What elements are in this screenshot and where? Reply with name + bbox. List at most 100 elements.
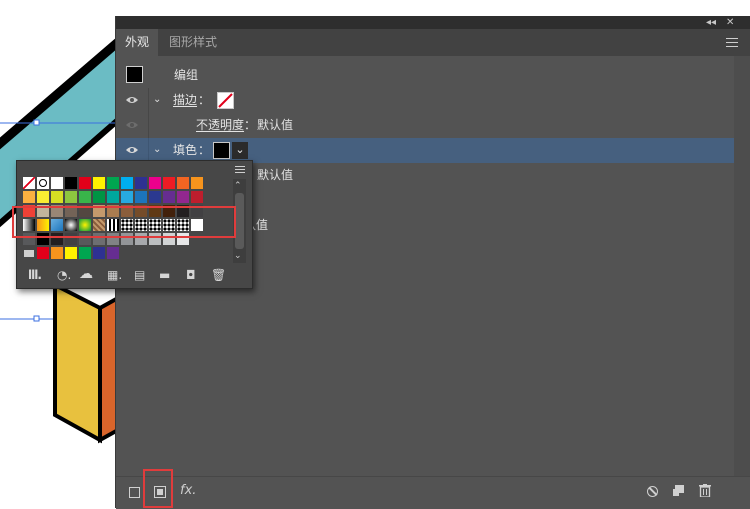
swatch-cell[interactable] bbox=[177, 233, 189, 245]
close-icon[interactable]: ✕ bbox=[726, 16, 734, 29]
stroke-none-swatch[interactable] bbox=[217, 92, 234, 109]
swatch-cell[interactable] bbox=[191, 219, 203, 231]
swatch-cell[interactable] bbox=[79, 205, 91, 217]
swatch-cell[interactable] bbox=[37, 247, 49, 259]
swatch-cell[interactable] bbox=[135, 191, 147, 203]
swatch-cell[interactable] bbox=[163, 191, 175, 203]
swatch-cell[interactable] bbox=[149, 177, 161, 189]
swatch-cell[interactable] bbox=[65, 205, 77, 217]
swatch-cell[interactable] bbox=[51, 219, 63, 231]
delete-item-icon[interactable] bbox=[699, 484, 711, 497]
swatch-cell[interactable] bbox=[79, 233, 91, 245]
swatch-cell[interactable] bbox=[135, 177, 147, 189]
new-swatch-icon[interactable]: ◘ bbox=[186, 268, 196, 282]
swatch-cell[interactable] bbox=[163, 219, 175, 231]
swatch-cell[interactable] bbox=[93, 233, 105, 245]
swatch-cell[interactable] bbox=[191, 205, 203, 217]
new-color-group-icon[interactable]: ▤ bbox=[134, 268, 145, 282]
swatch-cell[interactable] bbox=[37, 219, 49, 231]
swatch-cell[interactable] bbox=[37, 205, 49, 217]
opacity-label[interactable]: 不透明度 bbox=[196, 113, 244, 138]
swatch-cell[interactable] bbox=[121, 219, 133, 231]
none-swatch-cell[interactable] bbox=[23, 177, 35, 189]
swatch-cell[interactable] bbox=[37, 191, 49, 203]
swatch-cell[interactable] bbox=[121, 233, 133, 245]
swatch-cell[interactable] bbox=[191, 177, 203, 189]
swatch-cell[interactable] bbox=[93, 247, 105, 259]
swatch-cell[interactable] bbox=[149, 219, 161, 231]
eye-icon[interactable] bbox=[126, 145, 138, 155]
swatch-cell[interactable] bbox=[23, 191, 35, 203]
swatch-cell[interactable] bbox=[163, 233, 175, 245]
swatch-cell[interactable] bbox=[135, 205, 147, 217]
fill-swatch-dropdown[interactable]: ⌄ bbox=[232, 142, 248, 159]
swatch-cell[interactable] bbox=[107, 233, 119, 245]
clear-appearance-icon[interactable] bbox=[647, 486, 658, 497]
fx-icon[interactable]: fx. bbox=[180, 483, 196, 498]
swatch-cell[interactable] bbox=[191, 191, 203, 203]
swatch-cell[interactable] bbox=[149, 205, 161, 217]
new-fill-icon[interactable] bbox=[154, 486, 166, 498]
swatch-cell[interactable] bbox=[93, 205, 105, 217]
swatch-cell[interactable] bbox=[51, 177, 63, 189]
stroke-label[interactable]: 描边 bbox=[173, 88, 197, 113]
swatch-library-icon[interactable]: lll. bbox=[28, 268, 42, 282]
appearance-row-group[interactable]: 编组 bbox=[116, 63, 734, 88]
tab-graphic-styles[interactable]: 图形样式 bbox=[160, 29, 226, 56]
swatch-cell[interactable] bbox=[51, 191, 63, 203]
swatch-cell[interactable] bbox=[107, 205, 119, 217]
swatch-cell[interactable] bbox=[65, 177, 77, 189]
appearance-row-opacity[interactable]: 不透明度 ： 默认值 bbox=[116, 113, 734, 138]
swatch-cell[interactable] bbox=[93, 177, 105, 189]
swatch-cell[interactable] bbox=[177, 205, 189, 217]
new-folder-icon[interactable]: ▬ bbox=[159, 268, 170, 282]
swatch-cell[interactable] bbox=[79, 247, 91, 259]
swatch-cell[interactable] bbox=[65, 247, 77, 259]
appearance-row-stroke[interactable]: ⌄ 描边 ： bbox=[116, 88, 734, 113]
swatch-cell[interactable] bbox=[23, 205, 35, 217]
swatch-cell[interactable] bbox=[177, 219, 189, 231]
swatch-cell[interactable] bbox=[51, 205, 63, 217]
swatch-cell[interactable] bbox=[163, 177, 175, 189]
swatch-scrollbar[interactable]: ⌃ ⌄ bbox=[233, 179, 246, 263]
tab-appearance[interactable]: 外观 bbox=[116, 29, 159, 56]
swatch-cell[interactable] bbox=[149, 191, 161, 203]
swatch-cell[interactable] bbox=[79, 177, 91, 189]
color-group-icon[interactable]: ▦. bbox=[107, 268, 122, 282]
swatch-cell[interactable] bbox=[79, 191, 91, 203]
duplicate-item-icon[interactable] bbox=[673, 485, 684, 496]
swatch-cell[interactable] bbox=[51, 233, 63, 245]
swatch-options-icon[interactable]: ☁ bbox=[79, 266, 93, 282]
swatch-cell[interactable] bbox=[65, 191, 77, 203]
swatch-cell[interactable] bbox=[65, 219, 77, 231]
swatch-cell[interactable] bbox=[121, 191, 133, 203]
chevron-down-icon[interactable]: ⌄ bbox=[153, 94, 161, 105]
new-stroke-icon[interactable] bbox=[129, 487, 140, 498]
panel-scrollbar[interactable] bbox=[734, 56, 750, 476]
chevron-down-icon[interactable]: ⌄ bbox=[153, 144, 161, 155]
swatch-cell[interactable] bbox=[107, 177, 119, 189]
swatch-cell[interactable] bbox=[23, 233, 35, 245]
fill-color-swatch[interactable] bbox=[213, 142, 230, 159]
swatch-cell[interactable] bbox=[149, 233, 161, 245]
eye-icon[interactable] bbox=[126, 120, 138, 130]
folder-icon[interactable] bbox=[23, 247, 35, 259]
list-view-icon[interactable] bbox=[235, 164, 245, 175]
panel-menu-icon[interactable] bbox=[726, 35, 738, 49]
swatch-cell[interactable] bbox=[107, 219, 119, 231]
swatch-cell[interactable] bbox=[93, 191, 105, 203]
collapse-panel-icon[interactable]: ◂◂ bbox=[706, 16, 716, 29]
show-kinds-icon[interactable]: ◔. bbox=[57, 268, 71, 282]
swatch-cell[interactable] bbox=[163, 205, 175, 217]
registration-swatch-cell[interactable] bbox=[37, 177, 49, 189]
swatch-cell[interactable] bbox=[107, 191, 119, 203]
eye-icon[interactable] bbox=[126, 95, 138, 105]
swatch-cell[interactable] bbox=[135, 219, 147, 231]
swatch-cell[interactable] bbox=[37, 233, 49, 245]
swatch-cell[interactable] bbox=[23, 219, 35, 231]
swatch-cell[interactable] bbox=[93, 219, 105, 231]
swatch-cell[interactable] bbox=[107, 247, 119, 259]
swatch-cell[interactable] bbox=[121, 177, 133, 189]
swatch-cell[interactable] bbox=[65, 233, 77, 245]
swatch-cell[interactable] bbox=[177, 177, 189, 189]
